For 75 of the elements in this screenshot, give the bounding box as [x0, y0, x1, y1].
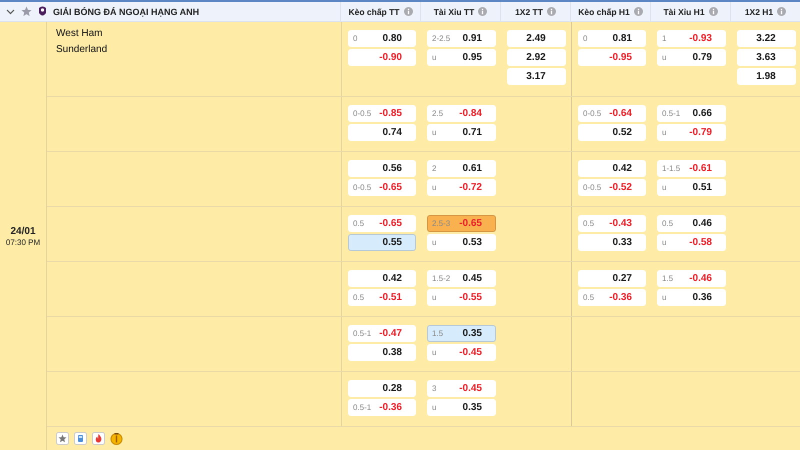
column-header: Tài Xỉu H1	[663, 6, 705, 16]
odds-cell[interactable]: 0.27	[578, 270, 646, 287]
odds-cell[interactable]: 0.5-1 -0.47	[348, 325, 416, 342]
odds-cell[interactable]: u -0.45	[427, 344, 496, 361]
odds-cell[interactable]: 0.56	[348, 160, 416, 177]
star-icon[interactable]	[21, 6, 32, 17]
odds-cell[interactable]: 2-2.5 0.91	[427, 30, 496, 47]
odds-cell[interactable]: 0.5 -0.51	[348, 289, 416, 306]
info-icon[interactable]	[708, 7, 718, 16]
odds-cell[interactable]: -0.95	[578, 49, 646, 66]
odds-cell[interactable]: 0 0.80	[348, 30, 416, 47]
odds-cell[interactable]: 2 0.61	[427, 160, 496, 177]
column-header: 1X2 TT	[515, 6, 543, 16]
info-icon[interactable]	[777, 7, 786, 16]
odds-cell[interactable]: u 0.71	[427, 124, 496, 141]
odds-cell[interactable]: 2.49	[507, 30, 566, 47]
odds-cell[interactable]: 0.42	[348, 270, 416, 287]
odds-cell[interactable]: 0-0.5 -0.52	[578, 179, 646, 196]
odds-cell[interactable]: 0.5-1 0.66	[657, 105, 726, 122]
odds-cell[interactable]: 0.5 0.46	[657, 215, 726, 232]
odds-cell[interactable]: 0.42	[578, 160, 646, 177]
odds-cell[interactable]: 0 0.81	[578, 30, 646, 47]
odds-cell[interactable]: -0.90	[348, 49, 416, 66]
column-header: Kèo chấp H1	[578, 6, 630, 16]
odds-cell[interactable]: u -0.72	[427, 179, 496, 196]
odds-cell[interactable]: 0.5 -0.36	[578, 289, 646, 306]
info-icon[interactable]	[478, 7, 488, 16]
info-icon[interactable]	[546, 7, 556, 16]
column-header: 1X2 H1	[744, 6, 774, 16]
match-date: 24/01	[10, 226, 36, 236]
odds-cell[interactable]: 0.5-1 -0.36	[348, 399, 416, 416]
odds-cell[interactable]: 0.74	[348, 124, 416, 141]
odds-cell[interactable]: 0.5 -0.65	[348, 215, 416, 232]
odds-cell[interactable]: 2.5 -0.84	[427, 105, 496, 122]
odds-cell[interactable]: u 0.53	[427, 234, 496, 251]
odds-cell[interactable]: 1.5 0.35	[427, 325, 496, 342]
odds-cell[interactable]: u 0.51	[657, 179, 726, 196]
odds-cell[interactable]: 3 -0.45	[427, 380, 496, 397]
odds-cell[interactable]: u 0.35	[427, 399, 496, 416]
info-icon[interactable]	[404, 7, 412, 16]
star-icon[interactable]	[56, 432, 69, 445]
league-name: GIẢI BÓNG ĐÁ NGOẠI HẠNG ANH	[53, 6, 200, 16]
odds-cell[interactable]: u -0.79	[657, 124, 726, 141]
team-name[interactable]: Sunderland	[56, 44, 341, 55]
odds-cell[interactable]: u 0.95	[427, 49, 496, 66]
team-name[interactable]: West Ham	[56, 28, 341, 39]
match-time: 07:30 PM	[6, 238, 40, 246]
odds-cell[interactable]: u 0.36	[657, 289, 726, 306]
column-header: Tài Xỉu TT	[434, 6, 474, 16]
odds-cell[interactable]: 0.33	[578, 234, 646, 251]
odds-cell[interactable]: 0.55	[348, 234, 416, 251]
odds-cell[interactable]: 2.92	[507, 49, 566, 66]
odds-cell[interactable]: 3.63	[737, 49, 796, 66]
odds-cell[interactable]: 3.22	[737, 30, 796, 47]
odds-cell[interactable]: 1 -0.93	[657, 30, 726, 47]
odds-cell[interactable]: u -0.58	[657, 234, 726, 251]
odds-cell[interactable]: 1.5-2 0.45	[427, 270, 496, 287]
odds-cell[interactable]: 0.52	[578, 124, 646, 141]
odds-cell[interactable]: 1.98	[737, 68, 796, 85]
odds-cell[interactable]: u 0.79	[657, 49, 726, 66]
odds-cell[interactable]: 0.38	[348, 344, 416, 361]
coin-icon[interactable]	[110, 432, 123, 445]
odds-cell[interactable]: 0.28	[348, 380, 416, 397]
odds-cell[interactable]: 3.17	[507, 68, 566, 85]
column-header: Kèo chấp TT	[348, 6, 400, 16]
odds-cell[interactable]: 0-0.5 -0.64	[578, 105, 646, 122]
flame-icon[interactable]	[92, 432, 105, 445]
odds-cell[interactable]: 0-0.5 -0.65	[348, 179, 416, 196]
odds-cell[interactable]: 0-0.5 -0.85	[348, 105, 416, 122]
odds-cell[interactable]: 1-1.5 -0.61	[657, 160, 726, 177]
chevron-icon[interactable]	[6, 8, 15, 14]
odds-cell[interactable]: 1.5 -0.46	[657, 270, 726, 287]
odds-cell[interactable]: 0.5 -0.43	[578, 215, 646, 232]
info-icon[interactable]	[634, 7, 643, 16]
odds-cell[interactable]: u -0.55	[427, 289, 496, 306]
